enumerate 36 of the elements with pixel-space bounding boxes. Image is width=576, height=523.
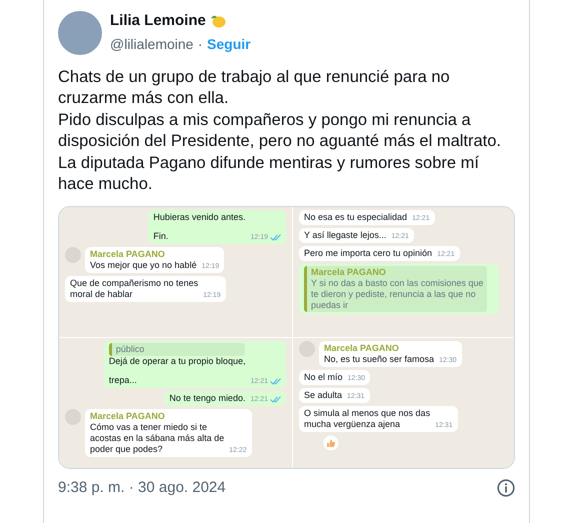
thumbs-up-icon [323, 434, 339, 450]
timestamp[interactable]: 9:38 p. m. · 30 ago. 2024 [58, 476, 226, 499]
message-text: trepa... [108, 374, 138, 386]
message-text: Se adulta [304, 390, 342, 400]
message-text: acostas en la sábana más alta de [90, 432, 224, 444]
message-text: Hubieras venido antes. [153, 212, 246, 222]
info-icon[interactable] [497, 478, 515, 497]
message-text: Pero me importa cero tu opinión [304, 248, 432, 258]
message-text: Dejá de operar a tu propio bloque, [108, 356, 246, 366]
message-text: No esa es tu especialidad [304, 212, 408, 222]
sender-name: Marcela PAGANO [90, 248, 166, 260]
message-text: puedas ir [311, 300, 350, 310]
message-text: te dieron y pediste, renuncia a las que no [311, 288, 477, 300]
message-text: Cómo vas a tener miedo si te [90, 422, 208, 432]
message-text: O simula al menos que nos das [304, 408, 430, 418]
avatar[interactable] [58, 11, 102, 56]
tweet-text: Chats de un grupo de trabajo al que renuncié para no cruzarme más con ella. Pido disculpas a mis compañeros y pongo mi renuncia a disposición del Presidente, pero no aguanté más el maltrato. La diputada Pagano difunde mentiras y rumores sobre mí hace mucho. [58, 66, 502, 195]
message-text: No, es tu sueño ser famosa [324, 354, 434, 364]
quoted-message: público [108, 342, 246, 356]
author-handle[interactable]: @lilialemoine [110, 36, 194, 52]
sender-name: Marcela PAGANO [90, 410, 166, 422]
message-text: No te tengo miedo. [169, 392, 246, 404]
sender-name: Marcela PAGANO [324, 342, 400, 354]
author-name[interactable]: Lilia Lemoine [110, 10, 206, 32]
lemon-icon [210, 14, 226, 28]
message-text: Y así llegaste lejos... [304, 230, 386, 240]
sender-name: Marcela PAGANO [311, 266, 387, 278]
message-text: No el mío [304, 372, 343, 382]
message-text: Vos mejor que yo no hablé [90, 260, 197, 270]
message-text: Y si no das a basto con las comisiones que [311, 278, 484, 288]
separator: · [198, 36, 203, 52]
message-text: Fin. [153, 230, 170, 242]
message-text: moral de hablar [70, 288, 134, 300]
message-text: poder que podes? [90, 444, 164, 454]
message-text: mucha vergüenza ajena [304, 418, 402, 430]
message-text: Que de compañerismo no tenes [70, 278, 198, 288]
